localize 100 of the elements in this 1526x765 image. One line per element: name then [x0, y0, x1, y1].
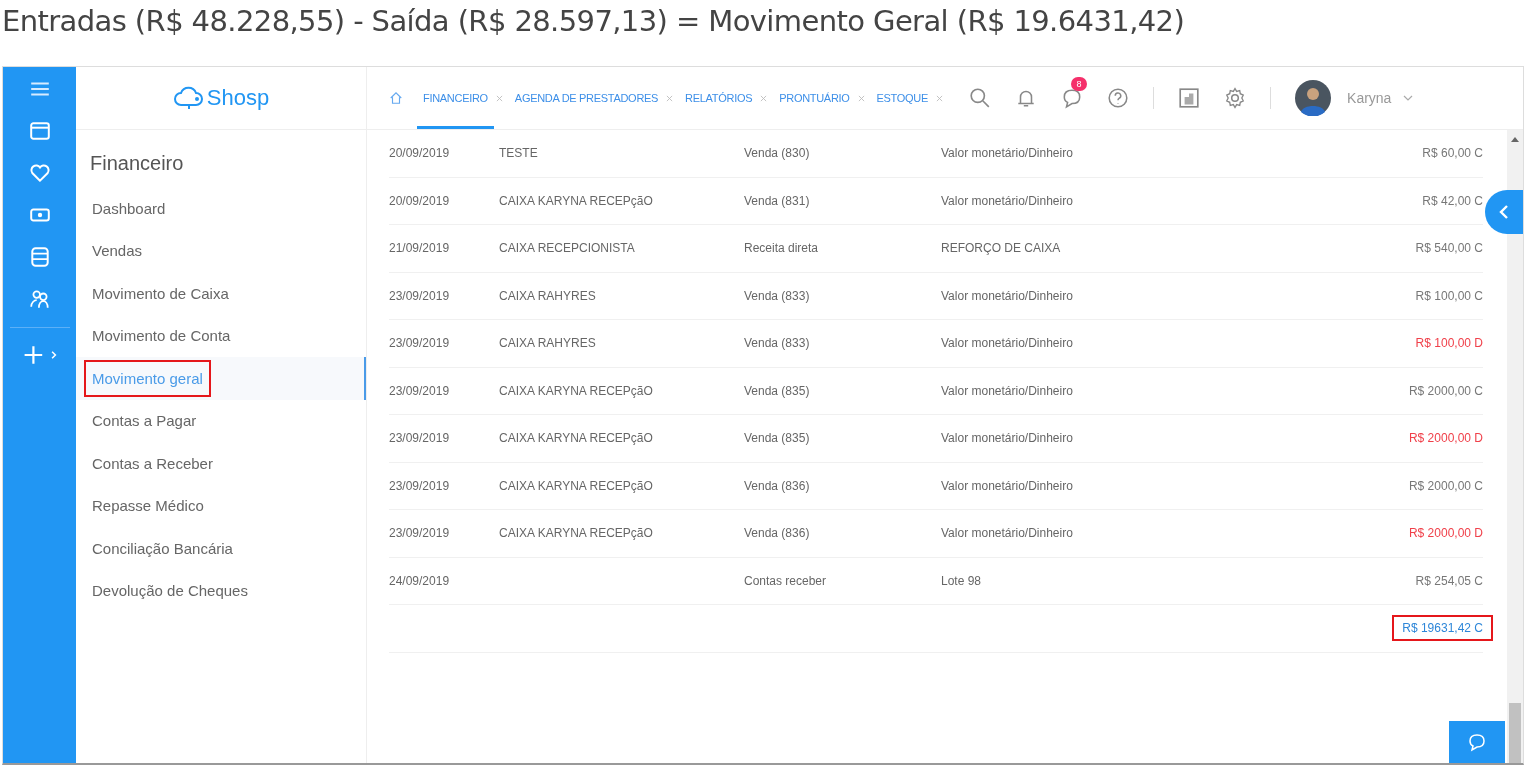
menu-label: Movimento de Caixa	[91, 283, 230, 304]
date-cell-text: 23/09/2019	[389, 526, 451, 541]
date-cell-text: 20/09/2019	[389, 146, 451, 161]
report-icon[interactable]	[1178, 87, 1201, 109]
chevron-icon	[1498, 204, 1510, 220]
sidebar-title: Financeiro	[89, 151, 185, 176]
tab[interactable]: ESTOQUE	[870, 67, 935, 129]
tab[interactable]: RELATÓRIOS	[679, 67, 759, 129]
page-heading: Entradas (R$ 48.228,55) - Saída (R$ 28.597,13) = Movimento Geral (R$ 19.6431,42)	[1, 3, 1186, 40]
sidebar-item[interactable]: Contas a Pagar	[76, 399, 366, 442]
sidebar-item[interactable]: Movimento de Caixa	[76, 272, 366, 315]
tab[interactable]: FINANCEIRO	[417, 67, 494, 129]
method-cell-text: Valor monetário/Dinheiro	[941, 383, 1074, 398]
home-icon[interactable]	[389, 91, 403, 105]
sidebar-item[interactable]: Repasse Médico	[76, 484, 366, 527]
calendar-icon[interactable]	[28, 121, 51, 141]
amount-cell-text: R$ 2000,00 C	[1408, 477, 1483, 495]
type-cell-text: Venda (830)	[744, 146, 811, 161]
settings-icon[interactable]	[1224, 87, 1247, 109]
account-cell-text: CAIXA KARYNA RECEPçãO	[499, 478, 654, 493]
help-icon[interactable]	[1107, 87, 1130, 109]
collapse-button[interactable]	[1485, 190, 1523, 234]
total-amount: R$ 19631,42 C	[1392, 615, 1493, 642]
menu-label: Conciliação Bancária	[91, 538, 234, 559]
amount-cell-text: R$ 2000,00 D	[1408, 525, 1483, 543]
account-cell-text: CAIXA RAHYRES	[499, 288, 597, 303]
scroll-up-icon[interactable]	[1511, 136, 1519, 142]
scrollbar-thumb[interactable]	[1509, 703, 1521, 763]
type-cell-text: Venda (835)	[744, 383, 811, 398]
people-icon[interactable]	[28, 289, 51, 309]
tab[interactable]: AGENDA DE PRESTADORES	[508, 67, 665, 129]
close-icon[interactable]	[495, 94, 503, 102]
method-cell-text: Valor monetário/Dinheiro	[941, 526, 1074, 541]
account-cell-text: CAIXA KARYNA RECEPçãO	[499, 526, 654, 541]
method-cell-text: Valor monetário/Dinheiro	[941, 193, 1074, 208]
sidebar-item[interactable]: Vendas	[76, 229, 366, 272]
scrollbar[interactable]	[1507, 130, 1523, 763]
type-cell-text: Venda (833)	[744, 288, 811, 303]
menu-label: Movimento geral	[84, 359, 211, 397]
date-cell-text: 21/09/2019	[389, 241, 451, 256]
type-cell-text: Contas receber	[744, 573, 828, 588]
date-cell-text: 23/09/2019	[389, 383, 451, 398]
date-cell-text: 23/09/2019	[389, 288, 451, 303]
menu-label: Movimento de Conta	[91, 326, 232, 347]
sidebar-item[interactable]: Conciliação Bancária	[76, 527, 366, 570]
amount-cell-text: R$ 2000,00 C	[1408, 382, 1483, 400]
avatar[interactable]	[1295, 80, 1332, 116]
chat-button[interactable]	[1449, 721, 1505, 763]
method-cell-text: Valor monetário/Dinheiro	[941, 431, 1074, 446]
menu-label: Dashboard	[91, 198, 167, 219]
method-cell-text: Valor monetário/Dinheiro	[941, 146, 1074, 161]
account-cell-text: CAIXA KARYNA RECEPçãO	[499, 383, 654, 398]
close-icon[interactable]	[936, 94, 944, 102]
close-icon[interactable]	[666, 94, 674, 102]
sidebar-item[interactable]: Contas a Receber	[76, 442, 366, 485]
sidebar-item[interactable]: Dashboard	[76, 187, 366, 230]
sidebar-item[interactable]: Devolução de Cheques	[76, 569, 366, 612]
type-cell-text: Venda (833)	[744, 336, 811, 351]
notification-badge: 8	[1071, 77, 1088, 91]
tab[interactable]: PRONTUÁRIO	[773, 67, 856, 129]
account-cell-text: CAIXA RECEPCIONISTA	[499, 241, 636, 256]
method-cell-text: Lote 98	[941, 573, 983, 588]
type-cell-text: Venda (831)	[744, 193, 811, 208]
database-icon[interactable]	[28, 247, 51, 267]
date-cell-text: 23/09/2019	[389, 336, 451, 351]
method-cell-text: REFORÇO DE CAIXA	[941, 241, 1062, 256]
date-cell-text: 20/09/2019	[389, 193, 451, 208]
type-cell-text: Receita direta	[744, 241, 820, 256]
heart-icon[interactable]	[28, 163, 51, 183]
menu-label: Contas a Pagar	[91, 411, 198, 432]
sidebar-item[interactable]: Movimento de Conta	[76, 314, 366, 357]
method-cell-text: Valor monetário/Dinheiro	[941, 288, 1074, 303]
amount-cell-text: R$ 42,00 C	[1422, 192, 1483, 210]
type-cell-text: Venda (836)	[744, 526, 811, 541]
type-cell-text: Venda (836)	[744, 478, 811, 493]
close-icon[interactable]	[760, 94, 768, 102]
method-cell-text: Valor monetário/Dinheiro	[941, 478, 1074, 493]
search-icon[interactable]	[969, 87, 992, 109]
chat-icon	[1467, 732, 1487, 752]
account-cell-text: CAIXA KARYNA RECEPçãO	[499, 193, 654, 208]
date-cell-text: 23/09/2019	[389, 431, 451, 446]
cloud-icon	[172, 85, 205, 111]
amount-cell-text: R$ 100,00 D	[1415, 335, 1483, 353]
date-cell-text: 24/09/2019	[389, 573, 451, 588]
menu-label: Contas a Receber	[91, 453, 214, 474]
date-cell-text: 23/09/2019	[389, 478, 451, 493]
menu-label: Vendas	[91, 241, 144, 262]
account-cell-text: CAIXA RAHYRES	[499, 336, 597, 351]
amount-cell-text: R$ 2000,00 D	[1408, 430, 1483, 448]
logo-text: Shosp	[206, 85, 270, 111]
type-cell-text: Venda (835)	[744, 431, 811, 446]
amount-cell-text: R$ 254,05 C	[1415, 572, 1483, 590]
method-cell-text: Valor monetário/Dinheiro	[941, 336, 1074, 351]
amount-cell-text: R$ 540,00 C	[1415, 240, 1483, 258]
account-cell-text: TESTE	[499, 146, 539, 161]
amount-cell-text: R$ 60,00 C	[1422, 145, 1483, 163]
account-cell-text: CAIXA KARYNA RECEPçãO	[499, 431, 654, 446]
caret-icon[interactable]	[1403, 95, 1414, 101]
menu-label: Repasse Médico	[91, 496, 205, 517]
close-icon[interactable]	[857, 94, 865, 102]
